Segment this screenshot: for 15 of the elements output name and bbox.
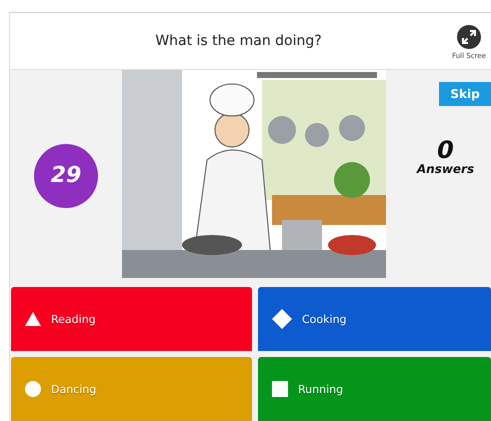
- answer-button[interactable]: Dancing: [11, 357, 252, 421]
- diamond-icon: [272, 309, 292, 329]
- fullscreen-button[interactable]: [457, 25, 481, 50]
- circle-icon: [25, 381, 41, 397]
- answer-button[interactable]: Cooking: [258, 287, 491, 351]
- answer-button[interactable]: Running: [258, 357, 491, 421]
- triangle-icon: [25, 311, 41, 327]
- square-icon: [272, 381, 288, 397]
- expand-icon: [462, 30, 476, 44]
- timer-badge: 29: [34, 144, 98, 208]
- question-title: What is the man doing?: [154, 32, 323, 49]
- skip-button[interactable]: Skip: [439, 82, 491, 106]
- answers-count: 0: [437, 138, 454, 162]
- answer-button[interactable]: Reading: [11, 287, 252, 351]
- answers-label: Answers: [416, 162, 474, 176]
